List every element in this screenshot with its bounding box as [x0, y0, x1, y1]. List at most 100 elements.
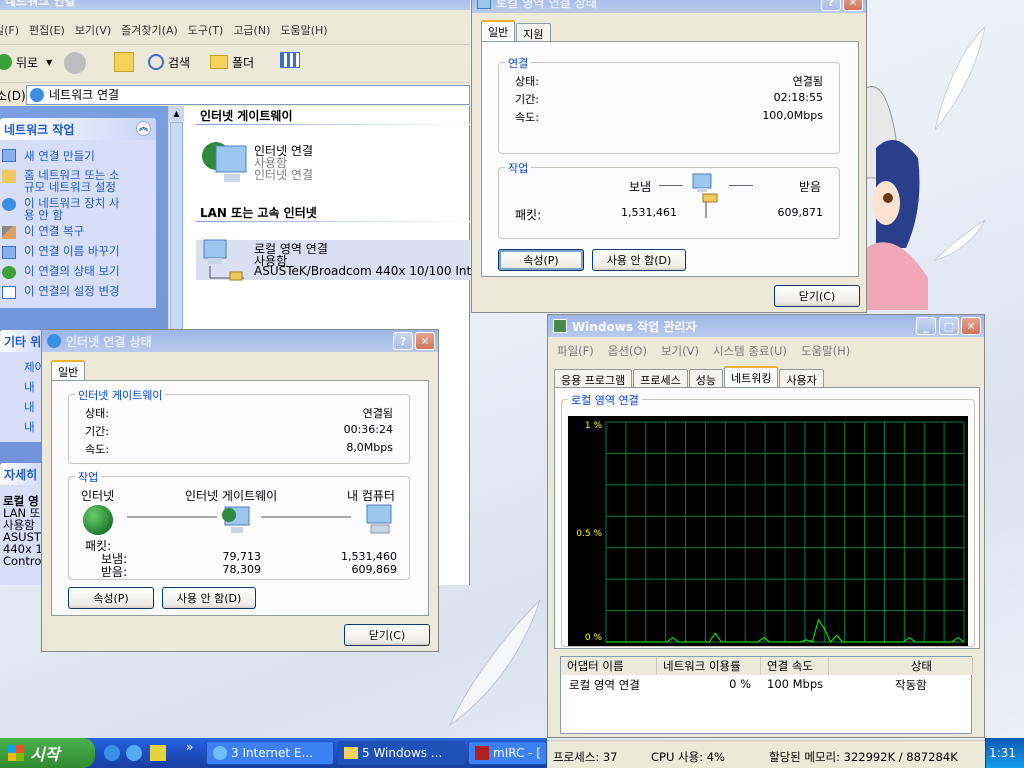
table-row[interactable]: 로컬 영역 연결 0 % 100 Mbps 작동함	[561, 676, 973, 692]
tab-support[interactable]: 지원	[516, 23, 551, 41]
forward-button[interactable]	[64, 52, 86, 74]
task-manager-window: Windows 작업 관리자 _ □ ✕ 파일(F) 옵션(O) 보기(V) 시…	[547, 314, 985, 738]
task-view-status[interactable]: 이 연결의 상태 보기	[24, 265, 120, 277]
close-dialog-button[interactable]: 닫기(C)	[774, 285, 860, 307]
col-state[interactable]: 상태	[829, 657, 973, 675]
lan-status-panel: 연결 상태: 연결됨 기간: 02:18:55 속도: 100,0Mbps 작업…	[481, 41, 859, 277]
close-button[interactable]: ✕	[961, 317, 981, 335]
clock[interactable]: 1:31	[989, 746, 1016, 760]
taskbar-task-mirc[interactable]: mIRC - [	[468, 741, 547, 765]
menu-options[interactable]: 옵션(O)	[608, 343, 647, 359]
disable-button[interactable]: 사용 안 함(D)	[592, 249, 686, 271]
wrench-icon	[2, 226, 16, 239]
taskbar-task-windows[interactable]: 5 Windows ...	[337, 741, 465, 765]
tab-general[interactable]: 일반	[481, 20, 516, 41]
up-folder-icon[interactable]	[114, 52, 134, 72]
speed-label: 속도:	[515, 111, 539, 124]
task-home-network[interactable]: 홈 네트워크 또는 소 규모 네트워크 설정	[24, 169, 120, 193]
explorer-titlebar[interactable]: 네트워크 연결	[0, 0, 470, 10]
views-icon	[280, 52, 300, 68]
lan-connection-icon[interactable]	[200, 236, 248, 284]
address-label: 소(D)	[0, 89, 26, 103]
network-tasks-header[interactable]: 네트워크 작업 ︽	[0, 118, 156, 140]
taskbar-task-internet-explorer[interactable]: 3 Internet E...	[206, 741, 334, 765]
quicklaunch-ie-icon[interactable]	[104, 745, 120, 761]
section-lan: LAN 또는 고속 인터넷	[200, 206, 317, 220]
graph-title: 로컬 영역 연결	[568, 392, 642, 408]
menu-view[interactable]: 보기(V)	[661, 343, 699, 359]
gateway-icon	[221, 505, 253, 537]
adapter-list: 어댑터 이름 네트워크 이용률 연결 속도 상태 로컬 영역 연결 0 % 10…	[560, 656, 973, 734]
quicklaunch-ie2-icon[interactable]	[126, 745, 142, 761]
scroll-up-arrow[interactable]: ▲	[169, 106, 184, 122]
tab-performance[interactable]: 성능	[688, 369, 723, 387]
tab-networking[interactable]: 네트워킹	[723, 366, 779, 387]
views-button[interactable]	[280, 52, 312, 72]
lan-status-titlebar[interactable]: 로컬 영역 연결 상태 ? ✕	[472, 0, 866, 13]
task-manager-title: Windows 작업 관리자	[572, 319, 697, 334]
properties-button[interactable]: 속성(P)	[498, 249, 584, 271]
networking-panel: 로컬 영역 연결 1 % 0.5 % 0 %	[554, 387, 980, 649]
menu-shutdown[interactable]: 시스템 종료(U)	[713, 343, 787, 359]
y-tick-label: 0.5 %	[576, 529, 602, 539]
help-button[interactable]: ?	[821, 0, 841, 11]
menu-file[interactable]: 일(F)	[0, 22, 19, 38]
back-button[interactable]: 뒤로 ▼	[0, 52, 52, 72]
chevron-down-icon: ▼	[46, 57, 53, 67]
row-state: 작동함	[895, 678, 927, 692]
menu-file[interactable]: 파일(F)	[557, 343, 594, 359]
link-line	[127, 516, 217, 518]
tab-users[interactable]: 사용자	[779, 369, 824, 387]
close-dialog-button[interactable]: 닫기(C)	[344, 624, 430, 646]
collapse-icon[interactable]: ︽	[136, 121, 151, 136]
menu-favorites[interactable]: 즐겨찾기(A)	[121, 22, 178, 38]
menu-help[interactable]: 도움말(H)	[801, 343, 850, 359]
search-icon	[148, 54, 164, 70]
other-item[interactable]: 내	[24, 421, 35, 433]
status-value: 연결됨	[362, 407, 393, 420]
col-link-speed[interactable]: 연결 속도	[761, 657, 829, 675]
duration-label: 기간:	[85, 425, 109, 438]
task-repair[interactable]: 이 연결 복구	[24, 225, 84, 237]
search-button[interactable]: 검색	[148, 52, 190, 72]
start-button[interactable]: 시작	[0, 738, 95, 768]
status-processes: 프로세스: 37	[553, 750, 618, 764]
maximize-button[interactable]: □	[939, 317, 959, 335]
minimize-button[interactable]: _	[916, 317, 936, 335]
task-manager-statusbar: 프로세스: 37 CPU 사용: 4% 할당된 메모리: 322992K / 8…	[547, 740, 985, 768]
disable-button[interactable]: 사용 안 함(D)	[162, 587, 256, 609]
tab-processes[interactable]: 프로세스	[633, 369, 688, 387]
other-item[interactable]: 내	[24, 381, 35, 393]
task-change-settings[interactable]: 이 연결의 설정 변경	[24, 285, 120, 297]
help-button[interactable]: ?	[393, 332, 413, 350]
task-disable-device[interactable]: 이 네트워크 장치 사 용 안 함	[24, 197, 120, 221]
menu-edit[interactable]: 편집(E)	[29, 22, 65, 38]
internet-connection-icon[interactable]	[200, 138, 248, 186]
menu-tools[interactable]: 도구(T)	[188, 22, 224, 38]
col-adapter-name[interactable]: 어댑터 이름	[561, 657, 657, 675]
task-rename[interactable]: 이 연결 이름 바꾸기	[24, 245, 120, 257]
status-label: 상태:	[515, 75, 539, 88]
task-new-connection[interactable]: 새 연결 만들기	[24, 150, 95, 162]
menu-advanced[interactable]: 고급(N)	[233, 22, 270, 38]
disable-device-icon	[2, 198, 16, 211]
task-manager-titlebar[interactable]: Windows 작업 관리자 _ □ ✕	[548, 315, 984, 337]
properties-button[interactable]: 속성(P)	[68, 587, 154, 609]
tab-general[interactable]: 일반	[51, 360, 86, 381]
other-item[interactable]: 내	[24, 401, 35, 413]
address-input[interactable]: 네트워크 연결	[26, 85, 470, 105]
y-tick-label: 1 %	[585, 421, 603, 431]
menu-view[interactable]: 보기(V)	[75, 22, 111, 38]
tab-applications[interactable]: 응용 프로그램	[554, 369, 633, 387]
quicklaunch-more-icon[interactable]: »	[186, 740, 193, 754]
col-network-usage[interactable]: 네트워크 이용률	[657, 657, 761, 675]
internet-status-titlebar[interactable]: 인터넷 연결 상태 ? ✕	[42, 330, 438, 352]
row-usage: 0 %	[729, 677, 751, 691]
close-button[interactable]: ✕	[843, 0, 863, 11]
quicklaunch-app-icon[interactable]	[150, 745, 166, 761]
folders-button[interactable]: 폴더	[210, 52, 254, 72]
wallpaper-feather	[930, 215, 990, 265]
packets-label: 패킷:	[515, 208, 542, 222]
menu-help[interactable]: 도움말(H)	[280, 22, 327, 38]
close-button[interactable]: ✕	[415, 332, 435, 350]
